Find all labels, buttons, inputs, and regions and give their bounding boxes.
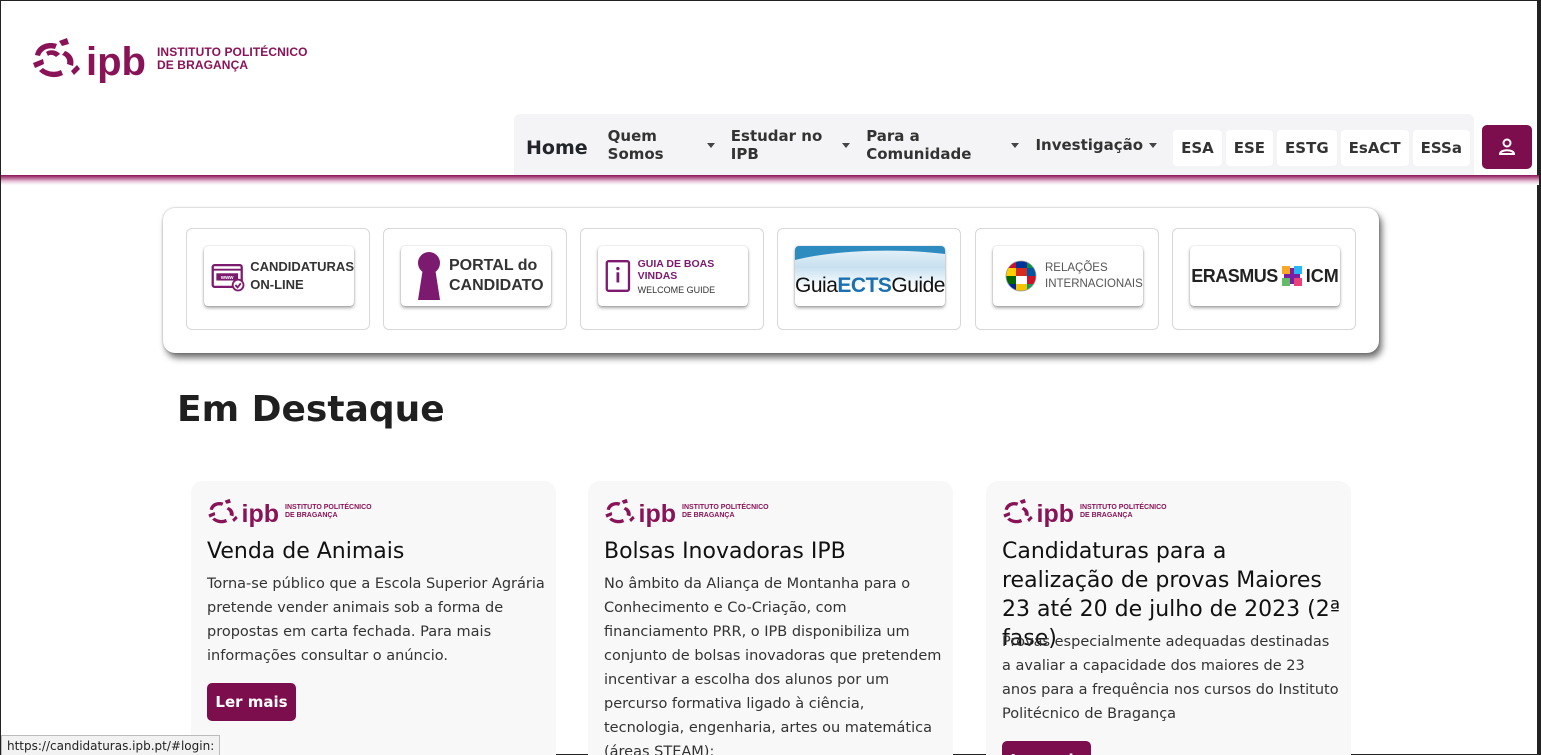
nav-comunidade-label: Para a Comunidade <box>866 127 972 163</box>
ipb-emblem-icon: ipb <box>1003 498 1075 527</box>
news-logo-line1: INSTITUTO POLITÉCNICO <box>682 504 769 511</box>
keyhole-icon <box>418 252 440 300</box>
nav-estudar-label: Estudar no IPB <box>730 127 823 163</box>
news-text: Torna-se público que a Escola Superior A… <box>207 576 545 664</box>
info-book-icon <box>605 260 631 292</box>
caret-down-icon <box>1149 142 1158 148</box>
nav-quem-somos[interactable]: Quem Somos <box>608 127 715 163</box>
nav-quem-somos-label: Quem Somos <box>607 127 664 163</box>
quick-link-guide-line1: GUIA DE BOAS VINDAS <box>637 257 715 282</box>
nav-para-a-comunidade[interactable]: Para a Comunidade <box>866 127 1020 163</box>
quick-link-ects-guide[interactable]: GuiaECTSGuide <box>777 228 961 330</box>
news-text: No âmbito da Aliança de Montanha para o … <box>604 576 942 755</box>
window-edge <box>1537 1 1540 755</box>
ipb-logo[interactable]: ipb INSTITUTO POLITÉCNICO DE BRAGANÇA <box>31 35 308 83</box>
read-more-button[interactable]: Ler mais <box>207 683 296 721</box>
erasmus-plus-icon <box>1281 266 1302 286</box>
caret-down-icon <box>1011 142 1020 148</box>
news-card-logo: ipb INSTITUTO POLITÉCNICO DE BRAGANÇA <box>1002 497 1167 527</box>
quick-link-candidaturas-line2: ON-LINE <box>250 277 304 292</box>
ipb-emblem-icon: ipb <box>605 498 677 527</box>
quick-link-welcome-guide[interactable]: GUIA DE BOAS VINDAS WELCOME GUIDE <box>580 228 764 330</box>
brand-name-line2: DE BRAGANÇA <box>157 58 249 72</box>
quick-link-relacoes-internacionais[interactable]: RELAÇÕES INTERNACIONAIS <box>975 228 1159 330</box>
quick-links-panel: www CANDIDATURAS ON-LINE PORTAL do CANDI… <box>163 208 1379 353</box>
news-logo-line2: DE BRAGANÇA <box>1080 512 1133 519</box>
main-nav: Home Quem Somos Estudar no IPB Para a Co… <box>514 114 1474 176</box>
flags-globe-icon <box>1005 260 1037 292</box>
ipb-emblem-icon: ipb <box>33 38 146 83</box>
quick-link-erasmus-icm[interactable]: ERASMUS ICM <box>1172 228 1356 330</box>
quick-link-portal-candidato[interactable]: PORTAL do CANDIDATO <box>383 228 567 330</box>
web-window-icon: www <box>211 263 245 292</box>
news-logo-line2: DE BRAGANÇA <box>682 512 735 519</box>
svg-text:ipb: ipb <box>242 500 280 527</box>
quick-link-candidaturas-line1: CANDIDATURAS <box>250 259 354 274</box>
news-card-logo: ipb INSTITUTO POLITÉCNICO DE BRAGANÇA <box>604 497 769 527</box>
school-essa-button[interactable]: ESSa <box>1412 130 1470 166</box>
svg-text:ipb: ipb <box>1037 500 1075 527</box>
news-card: ipb INSTITUTO POLITÉCNICO DE BRAGANÇA Bo… <box>588 481 953 755</box>
quick-link-ects-ects: ECTS <box>837 274 892 297</box>
news-title: Venda de Animais <box>207 539 405 564</box>
svg-text:www: www <box>220 275 234 281</box>
nav-investigacao-label: Investigação <box>1035 136 1144 154</box>
ipb-emblem-icon: ipb <box>208 498 280 527</box>
nav-investigacao[interactable]: Investigação <box>1035 136 1158 154</box>
quick-link-erasmus-label: ERASMUS <box>1191 265 1278 286</box>
quick-link-ects-guia: Guia <box>795 274 838 297</box>
school-ese-button[interactable]: ESE <box>1225 130 1274 166</box>
quick-link-portal-line1: PORTAL do <box>449 257 538 274</box>
quick-link-candidaturas[interactable]: www CANDIDATURAS ON-LINE <box>186 228 370 330</box>
news-title: Bolsas Inovadoras IPB <box>604 539 846 564</box>
quick-link-guide-line2: WELCOME GUIDE <box>637 284 716 295</box>
svg-text:ipb: ipb <box>639 500 677 527</box>
news-card: ipb INSTITUTO POLITÉCNICO DE BRAGANÇA Ve… <box>191 481 556 755</box>
quick-link-ects-guide: Guide <box>891 274 945 297</box>
ects-swoosh-icon <box>795 246 945 260</box>
news-logo-line2: DE BRAGANÇA <box>285 512 338 519</box>
header-divider <box>1 175 1539 185</box>
status-bar-url: https://candidaturas.ipb.pt/#login: <box>1 735 221 755</box>
user-icon <box>1498 138 1516 155</box>
news-card-logo: ipb INSTITUTO POLITÉCNICO DE BRAGANÇA <box>207 497 372 527</box>
read-more-button[interactable]: Ler mais <box>1002 741 1091 755</box>
nav-home[interactable]: Home <box>526 137 588 159</box>
quick-link-icm-label: ICM <box>1305 265 1339 286</box>
nav-estudar-no-ipb[interactable]: Estudar no IPB <box>730 127 851 163</box>
user-login-button[interactable] <box>1482 125 1532 169</box>
school-estg-button[interactable]: ESTG <box>1277 130 1337 166</box>
news-logo-line1: INSTITUTO POLITÉCNICO <box>1080 504 1167 511</box>
news-card: ipb INSTITUTO POLITÉCNICO DE BRAGANÇA Ca… <box>986 481 1351 755</box>
quick-link-ri-line2: INTERNACIONAIS <box>1045 278 1143 290</box>
caret-down-icon <box>842 142 851 148</box>
section-title: Em Destaque <box>177 389 445 430</box>
quick-link-ri-line1: RELAÇÕES <box>1045 262 1108 274</box>
news-text: Provas especialmente adequadas destinada… <box>1002 634 1339 722</box>
caret-down-icon <box>706 142 715 148</box>
news-logo-line1: INSTITUTO POLITÉCNICO <box>285 504 372 511</box>
school-esact-button[interactable]: EsACT <box>1340 130 1409 166</box>
school-esa-button[interactable]: ESA <box>1173 130 1222 166</box>
svg-text:ipb: ipb <box>86 40 146 83</box>
quick-link-portal-line2: CANDIDATO <box>449 277 544 294</box>
